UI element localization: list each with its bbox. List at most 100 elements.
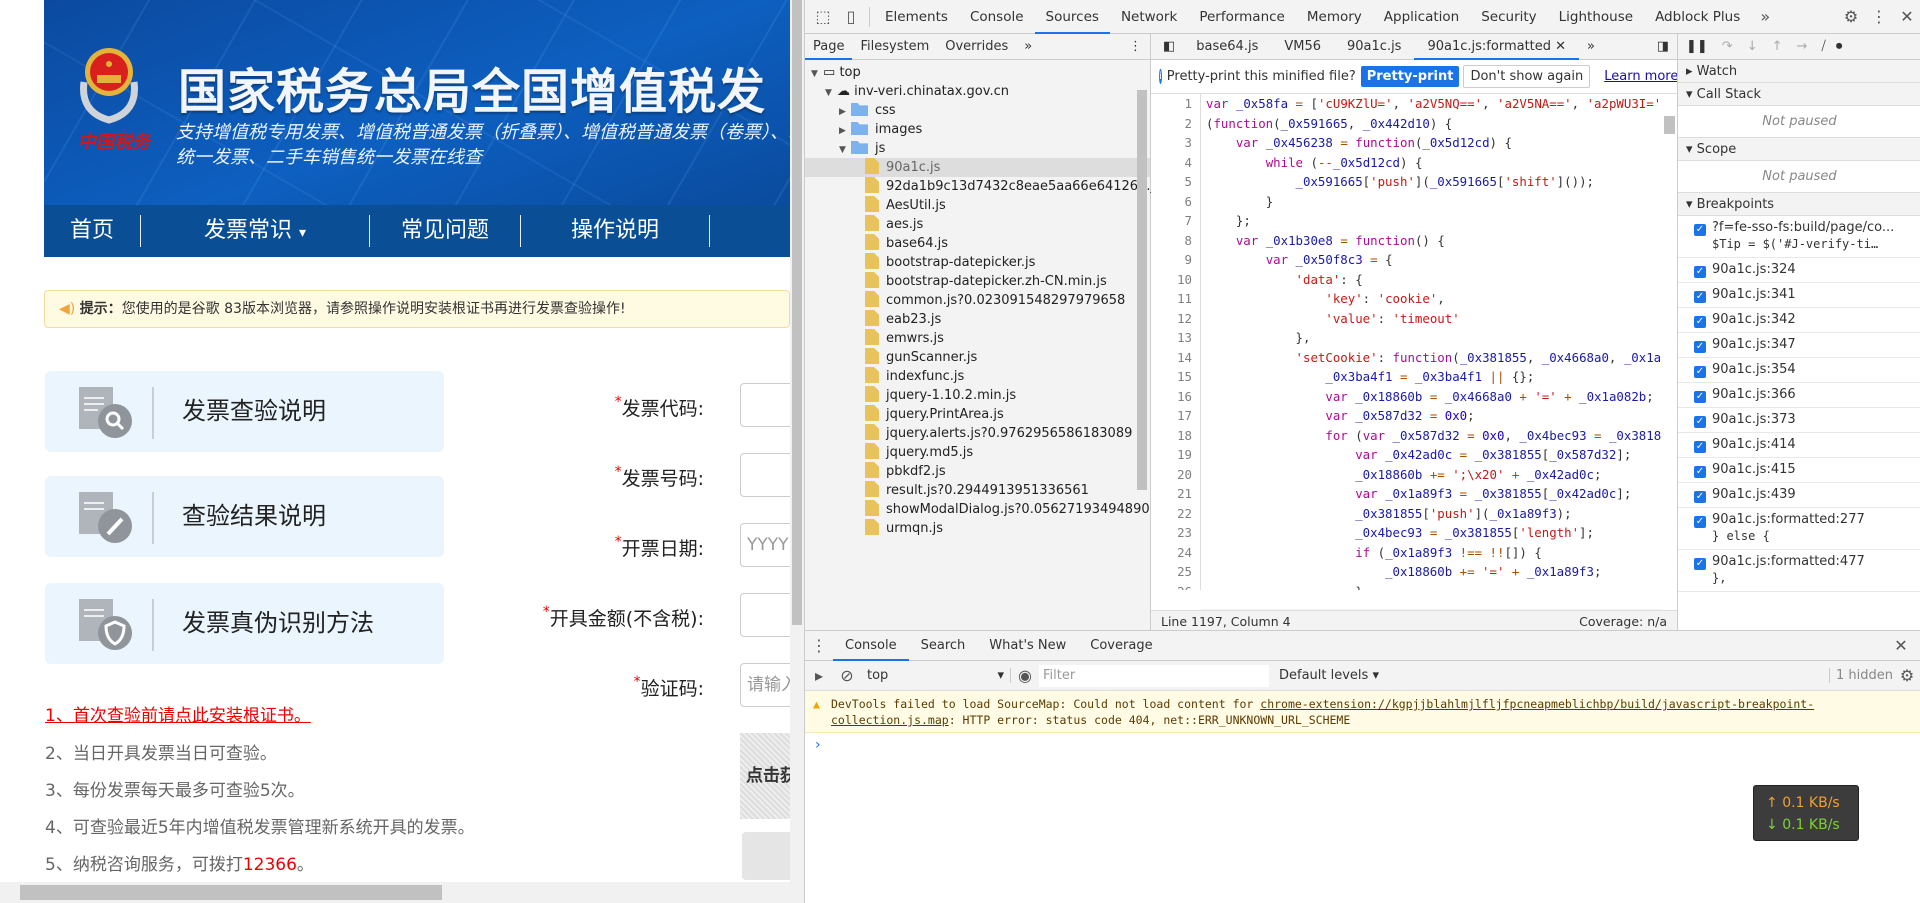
code-line[interactable]: 17 var _0x587d32 = 0x0; <box>1151 406 1677 426</box>
line-number[interactable]: 25 <box>1151 562 1201 582</box>
invoice-date-input[interactable]: YYYYMMDD <box>740 523 790 567</box>
code-line[interactable]: 3 var _0x456238 = function(_0x5d12cd) { <box>1151 133 1677 153</box>
line-number[interactable]: 7 <box>1151 211 1201 231</box>
line-number[interactable]: 9 <box>1151 250 1201 270</box>
code-line[interactable]: 26 } <box>1151 581 1677 590</box>
code-line[interactable]: 21 var _0x1a89f3 = _0x381855[_0x42ad0c]; <box>1151 484 1677 504</box>
nav-faq[interactable]: 常见问题 <box>370 205 520 257</box>
console-filter-input[interactable]: Filter <box>1039 664 1269 687</box>
checkbox-checked-icon[interactable]: ✓ <box>1694 316 1706 328</box>
line-number[interactable]: 4 <box>1151 152 1201 172</box>
line-number[interactable]: 11 <box>1151 289 1201 309</box>
line-number[interactable]: 16 <box>1151 386 1201 406</box>
tree-file[interactable]: 90a1c.js <box>805 158 1150 177</box>
code-line[interactable]: 15 _0x3ba4f1 = _0x3ba4f1 || {}; <box>1151 367 1677 387</box>
code-line[interactable]: 2 (function(_0x591665, _0x442d10) { <box>1151 113 1677 133</box>
console-settings-gear-icon[interactable]: ⚙ <box>1893 659 1920 693</box>
device-toggle-icon[interactable]: ▯ <box>837 0 865 34</box>
scope-section[interactable]: ▾ Scope <box>1678 138 1920 161</box>
card-authenticity[interactable]: 发票真伪识别方法 <box>45 583 444 664</box>
checkbox-checked-icon[interactable]: ✓ <box>1694 558 1706 570</box>
code-line[interactable]: 10 'data': { <box>1151 269 1677 289</box>
drawer-menu-icon[interactable]: ⋮ <box>805 629 833 663</box>
show-sidebar-icon[interactable]: ▸ <box>805 659 833 693</box>
editor-tab[interactable]: VM56 <box>1271 34 1334 60</box>
watch-section[interactable]: ▸ Watch <box>1678 60 1920 83</box>
tab-overrides[interactable]: Overrides <box>937 34 1016 60</box>
code-line[interactable]: 16 var _0x18860b = _0x4668a0 + '=' + _0x… <box>1151 386 1677 406</box>
breakpoint-item[interactable]: ✓ 90a1c.js:414 <box>1678 433 1920 458</box>
amount-input[interactable] <box>740 593 790 637</box>
breakpoint-item[interactable]: ✓ 90a1c.js:354 <box>1678 358 1920 383</box>
breakpoint-item[interactable]: ✓ 90a1c.js:439 <box>1678 483 1920 508</box>
line-number[interactable]: 5 <box>1151 172 1201 192</box>
code-line[interactable]: 25 _0x18860b += '=' + _0x1a89f3; <box>1151 562 1677 582</box>
inspect-element-icon[interactable]: ⬚ <box>809 0 837 34</box>
tree-file[interactable]: AesUtil.js <box>805 196 1150 215</box>
breakpoint-item[interactable]: ✓ 90a1c.js:formatted:277} else { <box>1678 508 1920 550</box>
captcha-input[interactable]: 请输入验证码 <box>740 663 790 707</box>
checkbox-checked-icon[interactable]: ✓ <box>1694 441 1706 453</box>
line-number[interactable]: 20 <box>1151 464 1201 484</box>
more-tabs-icon[interactable]: » <box>1016 34 1040 60</box>
checkbox-checked-icon[interactable]: ✓ <box>1694 291 1706 303</box>
tree-file[interactable]: base64.js <box>805 234 1150 253</box>
breakpoint-item[interactable]: ✓ 90a1c.js:formatted:477}, <box>1678 550 1920 592</box>
line-number[interactable]: 17 <box>1151 406 1201 426</box>
tree-file[interactable]: jquery.md5.js <box>805 443 1150 462</box>
context-selector[interactable]: top ▾ <box>861 668 1011 683</box>
pause-icon[interactable]: ❚❚ <box>1686 39 1708 54</box>
line-number[interactable]: 21 <box>1151 484 1201 504</box>
checkbox-checked-icon[interactable]: ✓ <box>1694 491 1706 503</box>
editor-tab[interactable]: 90a1c.js:formatted ✕ <box>1414 34 1580 60</box>
tree-file[interactable]: jquery.alerts.js?0.9762956586183089 <box>805 424 1150 443</box>
breakpoint-item[interactable]: ✓ ?f=fe-sso-fs:build/page/co... $Tip = $('… <box>1678 216 1920 258</box>
line-number[interactable]: 1 <box>1151 94 1201 114</box>
breakpoint-item[interactable]: ✓ 90a1c.js:366 <box>1678 383 1920 408</box>
checkbox-checked-icon[interactable]: ✓ <box>1694 266 1706 278</box>
tree-folder[interactable]: ▶ images <box>805 120 1150 139</box>
clear-console-icon[interactable]: ⊘ <box>833 659 861 693</box>
checkbox-checked-icon[interactable]: ✓ <box>1694 341 1706 353</box>
tree-folder[interactable]: ▼ js <box>805 139 1150 158</box>
editor-vertical-scrollbar[interactable] <box>1661 94 1677 609</box>
breakpoint-item[interactable]: ✓ 90a1c.js:373 <box>1678 408 1920 433</box>
more-tabs-icon[interactable]: » <box>1751 0 1779 34</box>
code-line[interactable]: 19 var _0x42ad0c = _0x381855[_0x587d32]; <box>1151 445 1677 465</box>
code-line[interactable]: 11 'key': 'cookie', <box>1151 289 1677 309</box>
checkbox-checked-icon[interactable]: ✓ <box>1694 224 1706 236</box>
submit-button[interactable] <box>742 832 790 880</box>
tab-elements[interactable]: Elements <box>874 0 959 34</box>
code-line[interactable]: 13 }, <box>1151 328 1677 348</box>
code-line[interactable]: 8 var _0x1b30e8 = function() { <box>1151 230 1677 250</box>
tree-top[interactable]: ▼ ▭ top <box>805 63 1150 82</box>
breakpoints-section[interactable]: ▾ Breakpoints <box>1678 193 1920 216</box>
tree-file[interactable]: emwrs.js <box>805 329 1150 348</box>
line-number[interactable]: 15 <box>1151 367 1201 387</box>
step-over-icon[interactable]: ↷ <box>1722 39 1733 54</box>
drawer-tab-search[interactable]: Search <box>909 631 978 661</box>
close-tab-icon[interactable]: ✕ <box>1551 39 1566 54</box>
card-result-guide[interactable]: 查验结果说明 <box>45 476 444 557</box>
step-into-icon[interactable]: ↓ <box>1747 39 1758 54</box>
tree-file[interactable]: urmqn.js <box>805 519 1150 538</box>
tab-application[interactable]: Application <box>1373 0 1470 34</box>
code-line[interactable]: 22 _0x381855['push'](_0x1a89f3); <box>1151 503 1677 523</box>
line-number[interactable]: 24 <box>1151 542 1201 562</box>
checkbox-checked-icon[interactable]: ✓ <box>1694 516 1706 528</box>
tree-file[interactable]: 92da1b9c13d7432c8eae5aa66e641262.js <box>805 177 1161 196</box>
tree-file[interactable]: result.js?0.2944913951336561 <box>805 481 1150 500</box>
gear-icon[interactable]: ⚙ <box>1837 0 1865 34</box>
line-number[interactable]: 13 <box>1151 328 1201 348</box>
invoice-code-input[interactable] <box>740 383 790 427</box>
code-line[interactable]: 20 _0x18860b += ';\x20' + _0x42ad0c; <box>1151 464 1677 484</box>
install-cert-link[interactable]: 1、首次查验前请点此安装根证书。 <box>45 701 311 726</box>
more-options-icon[interactable]: ⋮ <box>1865 0 1893 34</box>
page-horizontal-scrollbar[interactable] <box>0 882 790 903</box>
log-levels-dropdown[interactable]: Default levels ▾ <box>1279 668 1379 683</box>
breakpoint-item[interactable]: ✓ 90a1c.js:347 <box>1678 333 1920 358</box>
tab-lighthouse[interactable]: Lighthouse <box>1548 0 1644 34</box>
tab-network[interactable]: Network <box>1110 0 1188 34</box>
dont-show-again-button[interactable]: Don't show again <box>1463 65 1591 88</box>
line-number[interactable]: 26 <box>1151 581 1201 590</box>
